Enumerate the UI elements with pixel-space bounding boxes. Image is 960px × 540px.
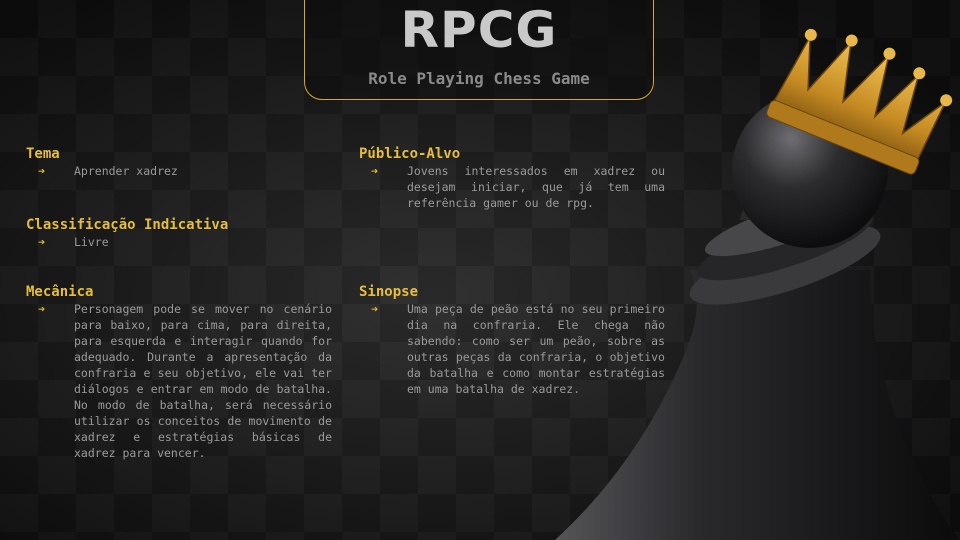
arrow-right-icon: ➔ — [38, 302, 46, 316]
section-tema: Tema ➔ Aprender xadrez — [26, 145, 336, 179]
section-classificacao: Classificação Indicativa ➔ Livre — [26, 216, 336, 250]
arrow-right-icon: ➔ — [371, 302, 379, 316]
arrow-right-icon: ➔ — [371, 164, 379, 178]
arrow-right-icon: ➔ — [38, 164, 46, 178]
section-title-mecanica: Mecânica — [26, 284, 94, 300]
section-mecanica: Mecânica ➔ Personagem pode se mover no c… — [26, 283, 334, 461]
section-text-tema: Aprender xadrez — [74, 164, 178, 178]
section-title-classificacao: Classificação Indicativa — [26, 217, 229, 233]
section-title-tema: Tema — [26, 146, 60, 162]
section-text-classificacao: Livre — [74, 235, 109, 249]
section-text-mecanica: Personagem pode se mover no cenário para… — [74, 302, 332, 460]
crowned-pawn-icon — [555, 28, 960, 540]
arrow-right-icon: ➔ — [38, 235, 46, 249]
